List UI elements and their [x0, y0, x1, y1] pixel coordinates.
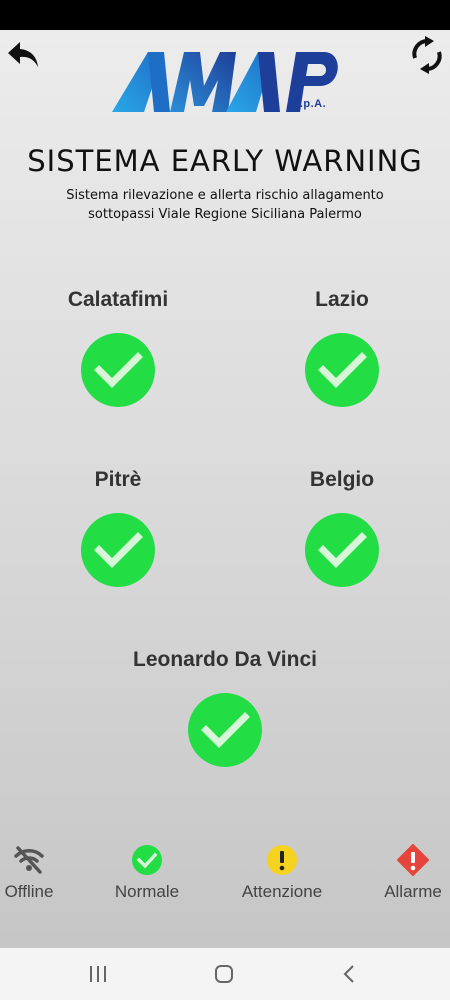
station-leonardo-da-vinci[interactable]: Leonardo Da Vinci — [125, 645, 325, 767]
station-name: Belgio — [309, 468, 375, 491]
page-title: SISTEMA EARLY WARNING — [27, 144, 423, 178]
recents-icon[interactable] — [86, 962, 110, 986]
subtitle-line-1: Sistema rilevazione e allerta rischio al… — [66, 188, 384, 203]
app-screen: S.p.A. SISTEMA EARLY WARNING Sistema ril… — [0, 30, 450, 948]
check-circle-icon — [305, 513, 379, 587]
system-back-icon[interactable] — [338, 962, 362, 986]
status-bar — [0, 0, 450, 30]
legend-label: Allarme — [384, 882, 442, 901]
logo-suffix: S.p.A. — [292, 98, 327, 110]
station-belgio[interactable]: Belgio — [242, 465, 442, 587]
alarm-diamond-icon — [397, 844, 429, 876]
legend-label: Offline — [4, 882, 54, 901]
legend-normale[interactable]: Normale — [108, 844, 186, 902]
station-name: Leonardo Da Vinci — [133, 648, 317, 671]
wifi-off-icon — [14, 846, 44, 874]
legend-attenzione[interactable]: Attenzione — [236, 844, 328, 902]
legend-offline[interactable]: Offline — [0, 844, 58, 902]
station-lazio[interactable]: Lazio — [242, 285, 442, 407]
check-circle-icon — [81, 333, 155, 407]
subtitle-line-2: sottopassi Viale Regione Siciliana Paler… — [88, 207, 362, 222]
refresh-icon[interactable] — [410, 36, 444, 74]
check-circle-icon — [81, 513, 155, 587]
check-circle-icon — [305, 333, 379, 407]
warning-circle-icon — [267, 845, 297, 875]
legend-label: Attenzione — [241, 882, 323, 901]
station-calatafimi[interactable]: Calatafimi — [18, 285, 218, 407]
station-name: Pitrè — [94, 468, 142, 491]
station-pitre[interactable]: Pitrè — [18, 465, 218, 587]
home-icon[interactable] — [212, 962, 236, 986]
check-circle-icon — [188, 693, 262, 767]
legend-label: Normale — [114, 882, 180, 901]
legend-allarme[interactable]: Allarme — [378, 844, 448, 902]
page-subtitle: Sistema rilevazione e allerta rischio al… — [0, 186, 450, 224]
back-arrow-icon[interactable] — [6, 38, 40, 72]
check-circle-icon — [132, 845, 162, 875]
station-name: Calatafimi — [67, 288, 169, 311]
station-name: Lazio — [315, 288, 369, 311]
system-navigation-bar — [0, 948, 450, 1000]
